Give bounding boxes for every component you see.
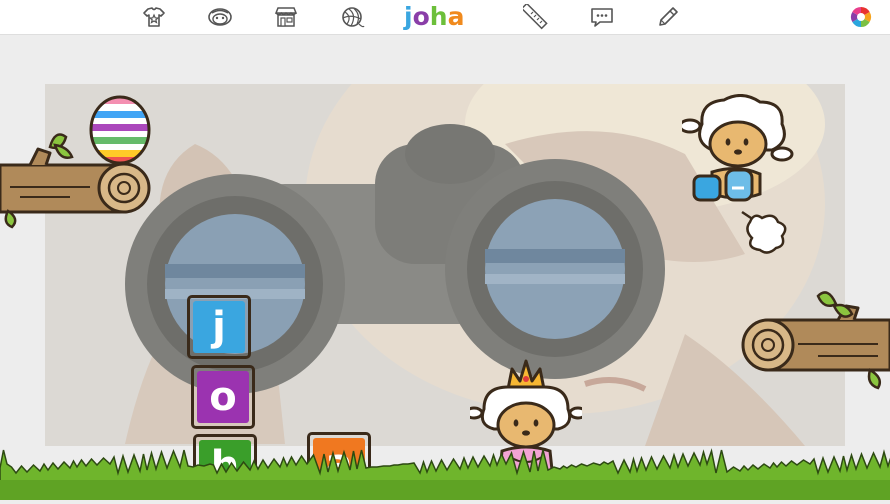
- top-toolbar: joha: [0, 0, 890, 35]
- color-wheel-icon[interactable]: [848, 4, 874, 30]
- grass-svg: [0, 448, 890, 501]
- letter-block-j[interactable]: j: [187, 295, 251, 359]
- logo-letter-j: j: [404, 2, 413, 31]
- grass-strip: [0, 446, 890, 501]
- joha-logo[interactable]: joha: [404, 2, 488, 32]
- right-log: [738, 284, 890, 390]
- shirt-star-icon[interactable]: [141, 4, 167, 30]
- logo-letter-o: o: [412, 2, 430, 31]
- shop-icon[interactable]: [273, 4, 299, 30]
- letter-block-j-label: j: [212, 304, 226, 350]
- letter-block-j-face: j: [193, 301, 245, 353]
- grass-base: [0, 480, 890, 500]
- letter-block-o-label: o: [209, 374, 237, 420]
- logo-letter-h: h: [429, 2, 448, 31]
- speech-bubble-icon[interactable]: [589, 4, 615, 30]
- striped-easter-egg[interactable]: [88, 92, 152, 165]
- pencil-icon[interactable]: [655, 4, 681, 30]
- letter-block-o[interactable]: o: [191, 365, 255, 429]
- flying-sheep-character[interactable]: [678, 94, 794, 254]
- sheep-face-icon[interactable]: [207, 4, 233, 30]
- yarn-ball-icon[interactable]: [339, 4, 365, 30]
- letter-block-o-face: o: [197, 371, 249, 423]
- logo-letter-a: a: [447, 2, 465, 31]
- ruler-icon[interactable]: [523, 4, 549, 30]
